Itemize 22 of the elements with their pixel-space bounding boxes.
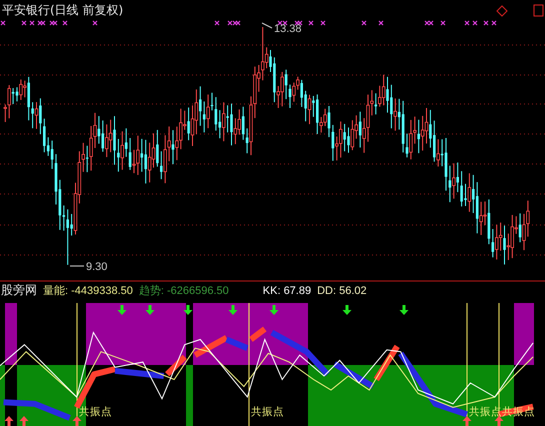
price-label: 13.38 — [274, 23, 302, 35]
indicator-name: 股旁网 — [1, 282, 37, 299]
up-arrow-icon — [462, 416, 472, 426]
up-arrow-icon — [72, 416, 82, 426]
indicator-reading: 量能: -4439338.50 — [43, 284, 133, 298]
signal-label: 共振点 — [251, 406, 284, 418]
price-label: 9.30 — [86, 261, 108, 273]
down-arrow-icon — [342, 305, 352, 315]
indicator-reading: KK: 67.89 — [262, 284, 312, 296]
diamond-icon[interactable] — [496, 5, 508, 17]
down-arrow-icon — [228, 305, 238, 315]
up-arrow-icon — [494, 416, 504, 426]
down-arrow-icon — [400, 305, 408, 315]
indicator-reading: 趋势: -6266596.50 — [138, 284, 229, 298]
chart-title: 平安银行(日线 前复权) — [2, 3, 124, 17]
square-icon[interactable] — [534, 4, 544, 16]
down-arrow-icon — [146, 305, 154, 315]
leader-line — [262, 22, 272, 28]
down-arrow-icon — [270, 305, 278, 315]
indicator-reading: DD: 56.02 — [317, 284, 367, 296]
down-arrow-icon — [184, 305, 192, 315]
down-arrow-icon — [118, 305, 126, 315]
